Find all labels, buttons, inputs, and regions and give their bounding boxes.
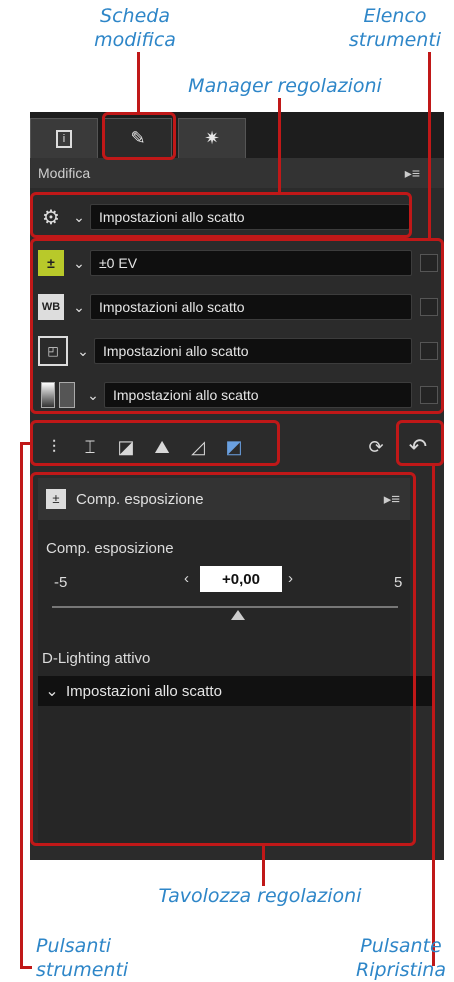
highlight-tool-buttons xyxy=(30,420,280,466)
panel-title: Modifica ▸≡ xyxy=(30,158,444,188)
highlight-tab-edit xyxy=(102,112,176,160)
callout-tab-edit: Scheda modifica xyxy=(94,5,176,51)
wand-icon: ✷ xyxy=(204,128,220,148)
connector-line xyxy=(262,846,265,886)
callout-adjust-palette: Tavolozza regolazioni xyxy=(158,885,362,907)
highlight-tools-list xyxy=(30,238,444,414)
callout-tools-list: Elenco strumenti xyxy=(348,5,442,51)
connector-line xyxy=(432,466,435,966)
highlight-adjust-palette xyxy=(30,472,416,846)
connector-line xyxy=(20,442,23,968)
connector-line xyxy=(428,52,431,240)
info-icon: i xyxy=(56,129,72,148)
tab-info[interactable]: i xyxy=(30,118,98,158)
connector-line xyxy=(137,52,140,114)
highlight-reset-button xyxy=(396,420,444,466)
highlight-adjust-manager xyxy=(30,192,412,238)
callout-reset-button: Pulsante Ripristina xyxy=(356,935,446,981)
tab-effects[interactable]: ✷ xyxy=(178,118,246,158)
history-icon[interactable]: ⟳ xyxy=(362,433,390,461)
tab-strip: i ✎ ✷ xyxy=(30,112,444,158)
callout-adjust-manager: Manager regolazioni xyxy=(188,75,382,97)
panel-menu-icon[interactable]: ▸≡ xyxy=(405,165,420,182)
callout-tool-buttons: Pulsanti strumenti xyxy=(36,935,129,981)
connector-line xyxy=(278,98,281,194)
